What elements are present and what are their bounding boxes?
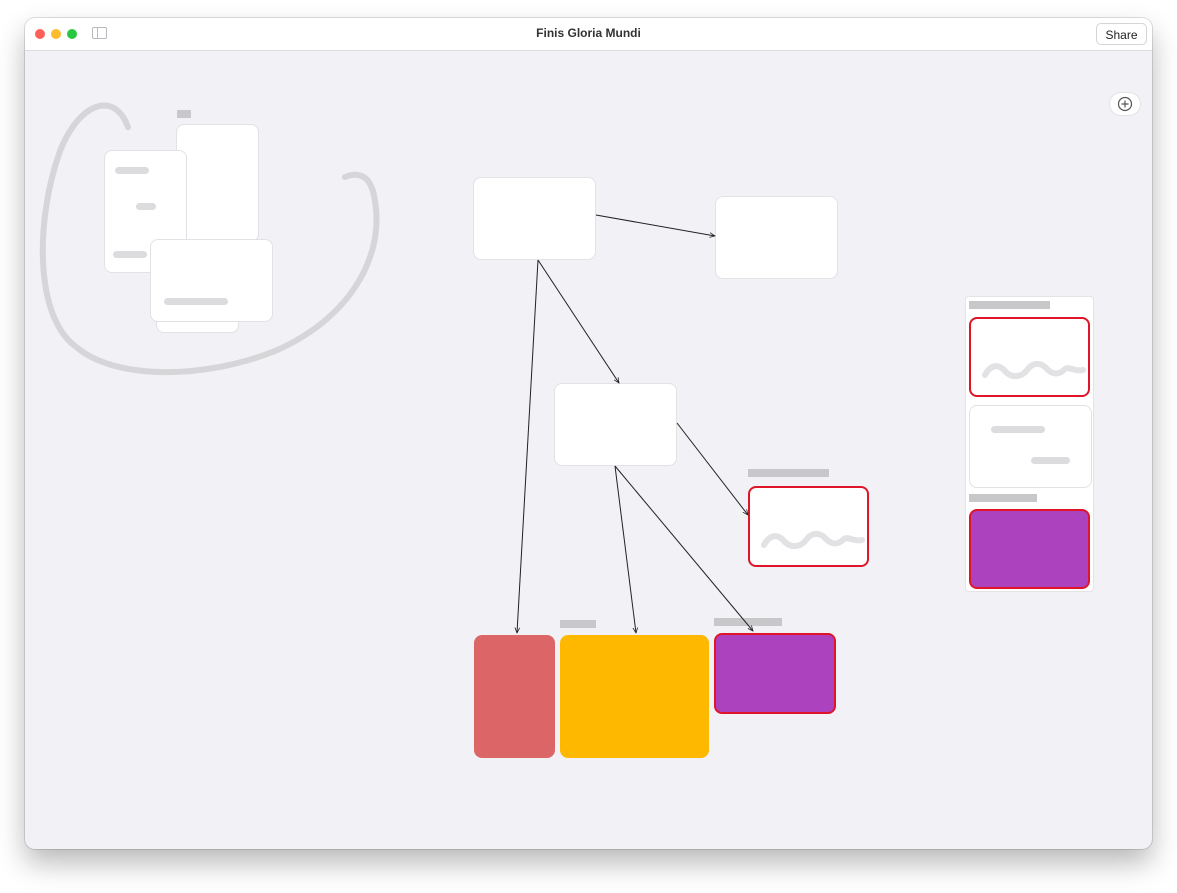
text-placeholder bbox=[115, 167, 149, 174]
text-placeholder bbox=[1031, 457, 1070, 464]
stack-card-front[interactable] bbox=[150, 239, 273, 322]
app-window: Finis Gloria Mundi Share bbox=[25, 18, 1152, 849]
color-card-purple[interactable] bbox=[714, 633, 836, 714]
column-label bbox=[969, 301, 1050, 309]
text-placeholder bbox=[113, 251, 147, 258]
share-button[interactable]: Share bbox=[1096, 23, 1147, 45]
card-label bbox=[748, 469, 829, 477]
squiggle-sketch bbox=[982, 360, 1086, 380]
add-button[interactable] bbox=[1110, 93, 1140, 115]
column-label bbox=[969, 494, 1037, 502]
plus-circle-icon bbox=[1117, 96, 1133, 112]
column-card-purple[interactable] bbox=[969, 509, 1090, 589]
flow-card-middle[interactable] bbox=[554, 383, 677, 466]
card-label bbox=[560, 620, 596, 628]
column-card-text[interactable] bbox=[969, 405, 1092, 488]
text-placeholder bbox=[991, 426, 1045, 433]
group-label bbox=[177, 110, 191, 118]
stack-card-back[interactable] bbox=[176, 124, 259, 242]
color-card-yellow[interactable] bbox=[560, 635, 709, 758]
color-card-red[interactable] bbox=[474, 635, 555, 758]
column-panel[interactable] bbox=[965, 296, 1094, 592]
window-title: Finis Gloria Mundi bbox=[536, 26, 641, 40]
flow-card-right[interactable] bbox=[715, 196, 838, 279]
title-bar: Finis Gloria Mundi Share bbox=[25, 18, 1152, 51]
column-card-sketch[interactable] bbox=[969, 317, 1090, 397]
text-placeholder bbox=[164, 298, 228, 305]
text-placeholder bbox=[136, 203, 156, 210]
board-canvas[interactable] bbox=[25, 51, 1152, 849]
card-label bbox=[714, 618, 782, 626]
flow-card-root[interactable] bbox=[473, 177, 596, 260]
flow-card-sketch[interactable] bbox=[748, 486, 869, 567]
squiggle-sketch bbox=[761, 530, 865, 550]
